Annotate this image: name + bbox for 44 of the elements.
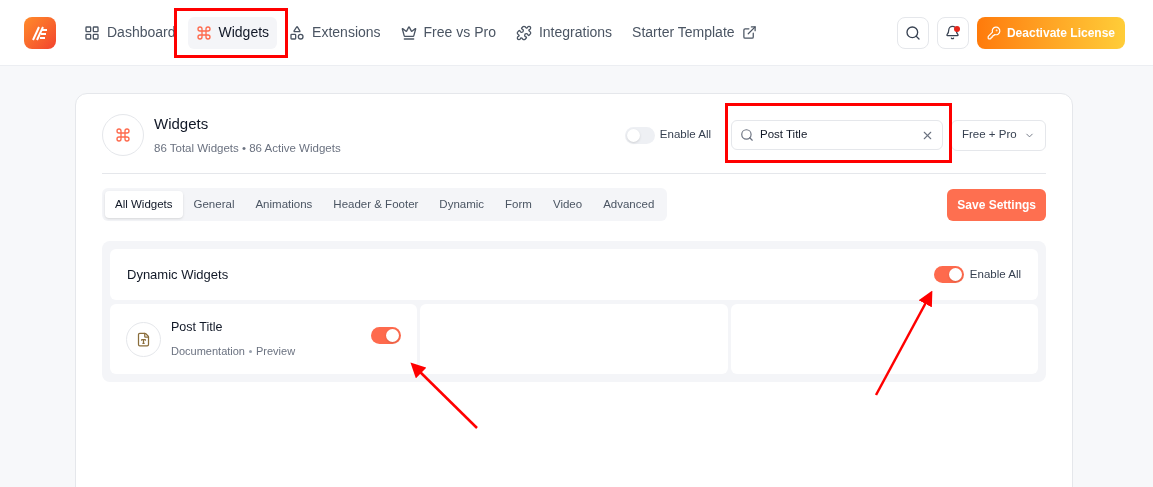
command-icon — [195, 24, 212, 41]
grid-icon — [84, 24, 100, 41]
toggle-switch[interactable] — [624, 126, 655, 144]
category-tab[interactable]: Form — [495, 191, 542, 218]
search-input[interactable]: Post Title — [760, 126, 915, 144]
search-icon — [740, 128, 754, 142]
category-tab[interactable]: General — [183, 191, 245, 218]
external-link-icon — [741, 25, 757, 40]
category-tab[interactable]: Header & Footer — [323, 191, 429, 218]
enable-all-label: Enable All — [969, 266, 1021, 282]
crown-icon — [400, 24, 417, 41]
app-logo[interactable] — [24, 16, 56, 49]
nav-tab[interactable]: Dashboard — [76, 16, 184, 49]
search-icon — [904, 24, 921, 41]
search-button[interactable] — [896, 16, 929, 49]
category-tab[interactable]: Animations — [245, 191, 323, 218]
key-icon — [986, 25, 1001, 40]
text-file-icon — [136, 331, 151, 347]
nav-tab[interactable]: Free vs Pro — [392, 16, 504, 49]
nav-tab[interactable]: Widgets — [187, 16, 278, 49]
nav-tab[interactable]: Extensions — [281, 16, 389, 49]
shapes-icon — [289, 24, 306, 41]
bell-icon — [945, 25, 961, 40]
puzzle-icon — [515, 24, 532, 41]
widget-link[interactable]: Preview — [256, 343, 296, 360]
widget-name: Post Title — [171, 319, 224, 337]
logo-mark-icon — [31, 24, 49, 41]
toggle-switch[interactable] — [933, 266, 964, 283]
widget-link[interactable]: Documentation — [171, 343, 245, 360]
category-tab[interactable]: Video — [542, 191, 593, 218]
annotation-arrow — [410, 362, 478, 429]
section-title: Dynamic Widgets — [127, 265, 229, 284]
category-tab[interactable]: Advanced — [593, 191, 665, 218]
notifications-button[interactable] — [936, 16, 969, 49]
nav-tab[interactable]: Starter Template — [624, 16, 765, 49]
nav-tab[interactable]: Integrations — [507, 16, 621, 49]
panel-subtitle: 86 Total Widgets • 86 Active Widgets — [154, 141, 341, 157]
toggle-switch[interactable] — [371, 327, 402, 344]
command-icon — [115, 127, 131, 143]
panel-title: Widgets — [154, 113, 210, 134]
category-tab[interactable]: All Widgets — [105, 191, 183, 218]
search-field[interactable]: Post Title — [731, 120, 943, 150]
category-tab[interactable]: Dynamic — [429, 191, 495, 218]
enable-all-label: Enable All — [659, 127, 711, 143]
